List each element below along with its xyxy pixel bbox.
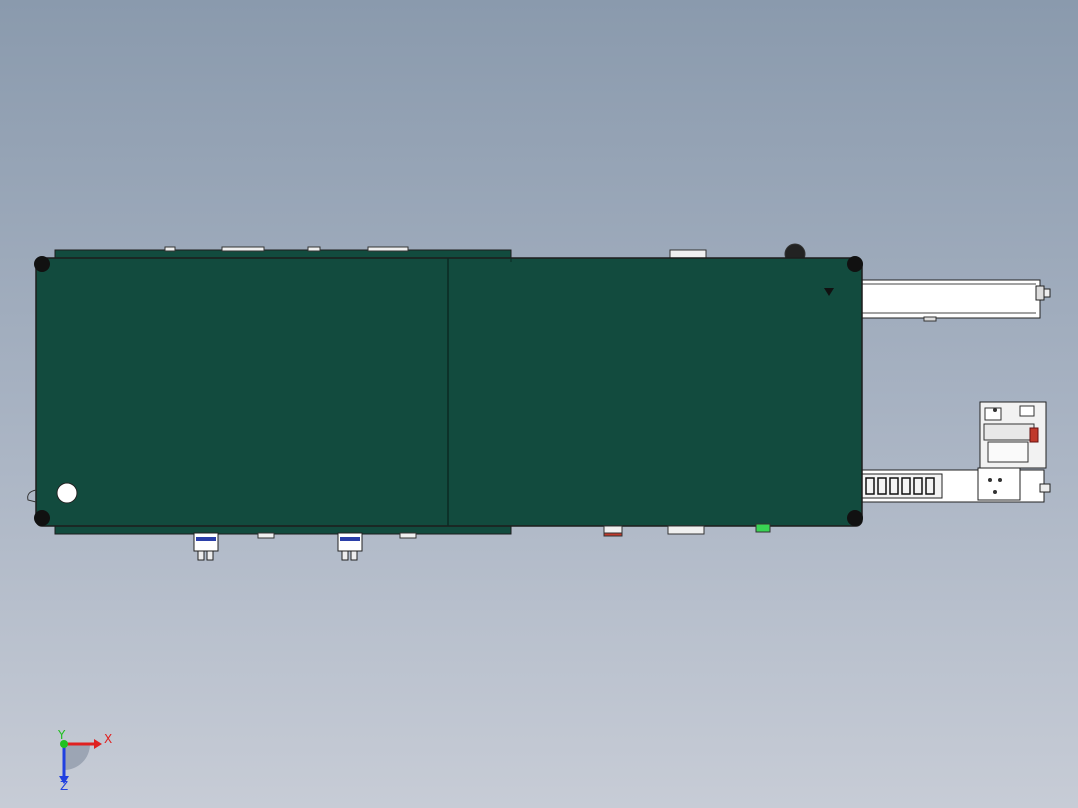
conveyor-assembly-top-view[interactable]: X Y Z bbox=[0, 0, 1078, 808]
coordinate-triad: X Y Z bbox=[57, 728, 112, 793]
axis-x-label: X bbox=[104, 732, 112, 746]
left-handle bbox=[27, 489, 37, 503]
upper-rail-extension[interactable] bbox=[857, 279, 1051, 322]
drag-chain bbox=[861, 473, 943, 499]
conveyor-body[interactable] bbox=[35, 257, 863, 527]
lower-rail-extension[interactable] bbox=[857, 469, 1051, 503]
bottom-clamp-left[interactable] bbox=[193, 532, 219, 561]
emergency-stop-button[interactable] bbox=[56, 482, 78, 504]
cad-graphics-viewport[interactable]: X Y Z bbox=[0, 0, 1078, 808]
axis-y-label: Y bbox=[57, 728, 66, 742]
bottom-clamp-right[interactable] bbox=[337, 532, 363, 561]
axis-z-label: Z bbox=[60, 779, 68, 793]
